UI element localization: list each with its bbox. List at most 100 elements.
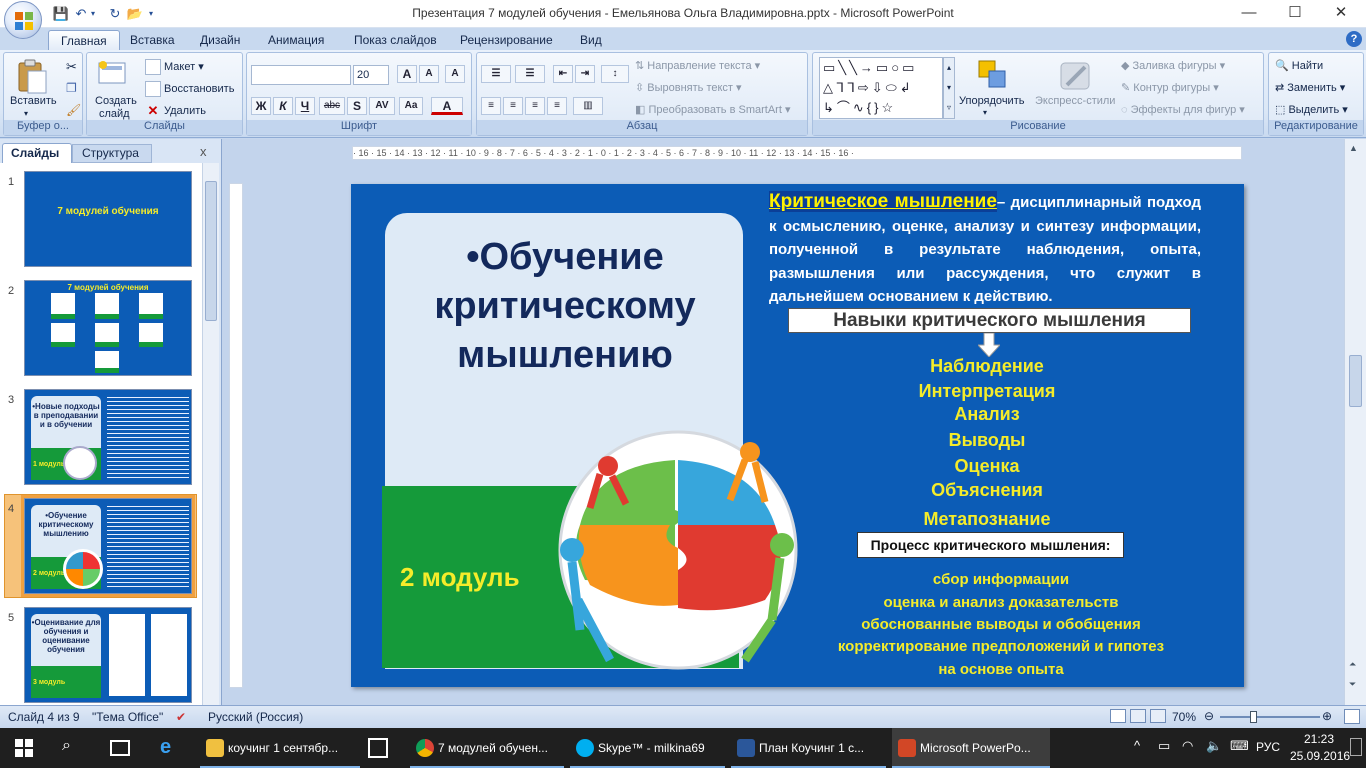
numbering-button[interactable]: ☰	[515, 65, 545, 83]
panel-close-icon[interactable]: x	[200, 144, 207, 159]
columns-button[interactable]: ▥	[573, 97, 603, 115]
paste-dropdown-icon[interactable]: ▾	[24, 109, 28, 118]
arrange-dropdown-icon[interactable]: ▾	[983, 108, 987, 117]
char-spacing-button[interactable]: AV	[369, 97, 395, 115]
find-button[interactable]: 🔍 Найти	[1275, 59, 1323, 72]
zoom-out-icon[interactable]: ⊖	[1204, 709, 1214, 723]
shape-outline-button[interactable]: ✎ Контур фигуры ▾	[1121, 81, 1219, 94]
shapes-gallery-scroll[interactable]: ▴ ▾ ▿	[943, 57, 955, 119]
text-direction-button[interactable]: ⇅ Направление текста ▾	[635, 59, 760, 72]
shadow-button[interactable]: S	[347, 97, 367, 115]
tab-outline[interactable]: Структура	[72, 144, 152, 163]
slide-title[interactable]: •Обучение критическому мышлению	[390, 233, 740, 380]
volume-icon[interactable]: 🔈	[1206, 738, 1222, 754]
store-icon[interactable]	[368, 738, 388, 758]
new-slide-label[interactable]: Создать	[95, 95, 137, 107]
arrange-button[interactable]: Упорядочить	[959, 95, 1024, 107]
taskbar-item-chrome[interactable]: 7 модулей обучен...	[410, 728, 564, 768]
shrink-font-button[interactable]: A	[419, 65, 439, 83]
slide-thumbnail-2[interactable]: 7 модулей обучения	[24, 280, 192, 376]
scrollbar-thumb[interactable]	[1349, 355, 1362, 407]
format-painter-icon[interactable]: 🖌	[66, 103, 81, 117]
scrollbar-thumb[interactable]	[205, 181, 217, 321]
normal-view-icon[interactable]	[1110, 709, 1126, 723]
scroll-up-icon[interactable]: ▲	[1349, 143, 1358, 153]
align-text-button[interactable]: ⇳ Выровнять текст ▾	[635, 81, 742, 94]
layout-button[interactable]: Макет ▾	[145, 59, 204, 75]
clear-format-button[interactable]: A	[445, 65, 465, 83]
tab-slideshow[interactable]: Показ слайдов	[342, 30, 449, 50]
convert-smartart-button[interactable]: ◧ Преобразовать в SmartArt ▾	[635, 103, 790, 116]
sorter-view-icon[interactable]	[1130, 709, 1146, 723]
editor-scrollbar[interactable]: ▲ ⏶ ⏷	[1344, 139, 1366, 705]
replace-button[interactable]: ⇄ Заменить ▾	[1275, 81, 1345, 94]
task-view-icon[interactable]	[110, 740, 130, 756]
decrease-indent-button[interactable]: ⇤	[553, 65, 573, 83]
copy-icon[interactable]: ❐	[66, 81, 77, 95]
minimize-button[interactable]: —	[1226, 0, 1272, 28]
font-size-input[interactable]: 20	[353, 65, 389, 85]
clock-time[interactable]: 21:23	[1296, 732, 1342, 746]
critical-thinking-definition[interactable]: Критическое мышление– дисциплинарный под…	[769, 190, 1201, 309]
taskbar-item-explorer[interactable]: коучинг 1 сентябр...	[200, 728, 360, 768]
next-slide-icon[interactable]: ⏷	[1349, 679, 1356, 690]
delete-slide-button[interactable]: ✕ Удалить	[145, 103, 206, 119]
prev-slide-icon[interactable]: ⏶	[1349, 659, 1356, 670]
bullets-button[interactable]: ☰	[481, 65, 511, 83]
tab-insert[interactable]: Вставка	[118, 30, 187, 50]
select-button[interactable]: ⬚ Выделить ▾	[1275, 103, 1348, 116]
justify-button[interactable]: ≡	[547, 97, 567, 115]
grow-font-button[interactable]: A	[397, 65, 417, 83]
slide-thumbnail-1[interactable]: 7 модулей обучения	[24, 171, 192, 267]
tab-animation[interactable]: Анимация	[256, 30, 336, 50]
change-case-button[interactable]: Aa	[399, 97, 423, 115]
slide-thumbnail-5[interactable]: •Оценивание для обучения и оценивание об…	[24, 607, 192, 703]
increase-indent-button[interactable]: ⇥	[575, 65, 595, 83]
search-icon[interactable]: ⌕	[62, 737, 71, 755]
help-icon[interactable]: ?	[1346, 31, 1362, 47]
tab-design[interactable]: Дизайн	[188, 30, 252, 50]
notifications-icon[interactable]	[1350, 738, 1362, 756]
thumbnail-scrollbar[interactable]	[202, 163, 219, 705]
italic-button[interactable]: К	[273, 97, 293, 115]
tab-review[interactable]: Рецензирование	[448, 30, 565, 50]
slide-thumbnail-4[interactable]: •Обучение критическому мышлению 2 модуль	[21, 495, 195, 597]
shape-effects-button[interactable]: ◌ Эффекты для фигур ▾	[1121, 103, 1245, 116]
language-indicator[interactable]: РУС	[1256, 740, 1280, 754]
align-center-button[interactable]: ≡	[503, 97, 523, 115]
zoom-level[interactable]: 70%	[1172, 710, 1196, 724]
tab-view[interactable]: Вид	[568, 30, 614, 50]
keyboard-icon[interactable]: ⌨	[1230, 738, 1249, 754]
shapes-gallery[interactable]: ▭╲╲→▭○▭ △ᒣᒣ⇨⇩⬭↲ ↳⌒∿{}☆	[819, 57, 943, 119]
reset-button[interactable]: Восстановить	[145, 81, 234, 97]
spellcheck-icon[interactable]: ✔	[176, 710, 186, 724]
close-button[interactable]: ✕	[1318, 0, 1364, 28]
tray-network-status-icon[interactable]: ▭	[1158, 738, 1170, 754]
tab-slides[interactable]: Слайды	[2, 143, 72, 163]
taskbar-item-word[interactable]: План Коучинг 1 с...	[731, 728, 886, 768]
quick-styles-button[interactable]: Экспресс-стили	[1035, 95, 1115, 107]
taskbar-item-skype[interactable]: Skype™ - milkina69	[570, 728, 725, 768]
edge-icon[interactable]: e	[160, 736, 171, 759]
slideshow-view-icon[interactable]	[1150, 709, 1166, 723]
bold-button[interactable]: Ж	[251, 97, 271, 115]
skills-title-box[interactable]: Навыки критического мышления	[788, 308, 1191, 333]
align-right-button[interactable]: ≡	[525, 97, 545, 115]
clock-date[interactable]: 25.09.2016	[1290, 749, 1350, 763]
start-button[interactable]	[15, 739, 33, 757]
tray-chevron-icon[interactable]: ^	[1134, 738, 1140, 753]
slide-thumbnail-3[interactable]: •Новые подходы в преподавании и в обучен…	[24, 389, 192, 485]
tab-home[interactable]: Главная	[48, 30, 120, 50]
process-title-box[interactable]: Процесс критического мышления:	[857, 532, 1124, 558]
font-color-button[interactable]: A	[431, 97, 463, 115]
cut-icon[interactable]: ✂	[66, 59, 77, 75]
strikethrough-button[interactable]: abc	[319, 97, 345, 115]
shape-fill-button[interactable]: ◆ Заливка фигуры ▾	[1121, 59, 1225, 72]
new-slide-label2[interactable]: слайд	[99, 108, 130, 120]
wifi-icon[interactable]: ◠	[1182, 738, 1193, 754]
office-button[interactable]	[4, 1, 42, 39]
paste-button[interactable]: Вставить	[10, 95, 57, 107]
underline-button[interactable]: Ч	[295, 97, 315, 115]
puzzle-image[interactable]	[550, 430, 805, 670]
line-spacing-button[interactable]: ↕	[601, 65, 629, 83]
